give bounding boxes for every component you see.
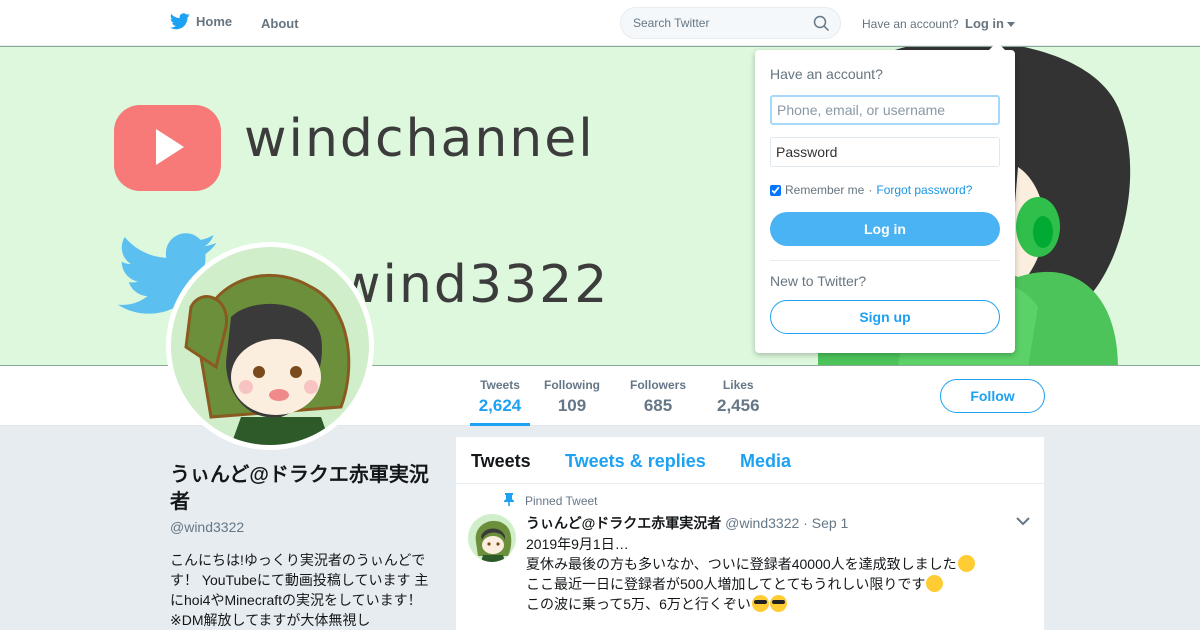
login-button[interactable]: Log in	[770, 212, 1000, 246]
tweet-date[interactable]: Sep 1	[812, 515, 849, 531]
remember-me-label[interactable]: Remember me	[785, 183, 864, 197]
avatar-character-illustration	[184, 273, 351, 445]
profile-avatar[interactable]	[166, 242, 374, 450]
login-dropdown-toggle[interactable]: Log in	[965, 16, 1015, 31]
login-dropdown-heading: Have an account?	[770, 66, 883, 82]
stat-tweets-label: Tweets	[480, 378, 520, 392]
tweet-text: 2019年9月1日… 夏休み最後の方も多いなか、ついに登録者40000人を達成致…	[526, 534, 1026, 614]
tweet-line-text: ここ最近一日に登録者が500人増加してとてもうれしい限りです	[526, 576, 926, 592]
banner-handle-text: wind3322	[338, 255, 610, 315]
tweet-line: 2019年9月1日…	[526, 534, 1026, 554]
nav-home-label: Home	[196, 14, 233, 29]
search-input[interactable]	[633, 16, 803, 30]
stat-likes-value: 2,456	[717, 396, 760, 415]
tweet-line-text: 夏休み最後の方も多いなか、ついに登録者40000人を達成致しました	[526, 556, 957, 572]
tweet-line: 夏休み最後の方も多いなか、ついに登録者40000人を達成致しました	[526, 554, 1026, 574]
youtube-logo-icon	[114, 105, 221, 191]
divider	[770, 260, 1000, 261]
pinned-tweet-label: Pinned Tweet	[525, 494, 598, 508]
timeline: Tweets Tweets & replies Media Pinned Twe…	[456, 437, 1044, 630]
pin-icon	[504, 493, 514, 506]
tab-media[interactable]: Media	[740, 451, 791, 472]
password-field[interactable]	[770, 137, 1000, 167]
top-nav: Home About Have an account? Log in	[0, 0, 1200, 46]
tweet-line-text: 2019年9月1日…	[526, 536, 629, 552]
stat-following[interactable]: Following 109	[544, 378, 600, 416]
stat-followers-label: Followers	[630, 378, 687, 392]
remember-me-checkbox[interactable]	[770, 184, 781, 196]
username-field[interactable]	[770, 95, 1000, 125]
remember-me-row: Remember me · Forgot password?	[770, 183, 972, 197]
caret-down-icon	[1007, 21, 1015, 27]
sunglasses-face-icon	[769, 595, 787, 612]
remember-separator: ·	[868, 183, 873, 197]
grinning-face-icon	[957, 555, 975, 572]
profile-bio: こんにちは!ゆっくり実況者のうぃんどです！ YouTubeにて動画投稿しています…	[170, 552, 436, 628]
signup-button[interactable]: Sign up	[770, 300, 1000, 334]
stat-following-label: Following	[544, 378, 600, 392]
new-to-twitter-text: New to Twitter?	[770, 273, 867, 289]
play-icon	[156, 129, 184, 165]
stat-followers[interactable]: Followers 685	[630, 378, 686, 416]
stat-likes[interactable]: Likes 2,456	[717, 378, 760, 416]
stat-likes-label: Likes	[722, 378, 754, 392]
stat-tweets[interactable]: Tweets 2,624	[470, 378, 530, 426]
follow-button[interactable]: Follow	[940, 379, 1045, 413]
tweet-line: ここ最近一日に登録者が500人増加してとてもうれしい限りです	[526, 574, 1026, 594]
have-account-text: Have an account?	[862, 17, 959, 31]
twitter-bird-icon	[170, 13, 190, 30]
banner-channel-text: windchannel	[244, 109, 595, 169]
sunglasses-face-icon	[751, 595, 769, 612]
tears-of-joy-face-icon	[926, 575, 944, 592]
chevron-down-icon[interactable]	[1016, 517, 1030, 526]
stat-following-value: 109	[557, 396, 587, 415]
tweet-line: この波に乗って5万、6万と行くぞい	[526, 594, 1026, 614]
tweet-line-text: この波に乗って5万、6万と行くぞい	[526, 596, 751, 612]
pinned-tweet[interactable]: Pinned Tweet うぃんど@ドラクエ赤軍実況者 @wind3322 · …	[456, 484, 1044, 630]
tweet-author-handle[interactable]: @wind3322	[725, 515, 799, 531]
search-icon[interactable]	[813, 15, 830, 32]
timeline-tabs: Tweets Tweets & replies Media	[456, 437, 1044, 484]
tweet-author-name[interactable]: うぃんど@ドラクエ赤軍実況者	[526, 515, 721, 531]
login-dropdown: Have an account? Remember me · Forgot pa…	[755, 42, 1015, 353]
stat-tweets-value: 2,624	[478, 396, 522, 415]
tweet-avatar[interactable]	[468, 514, 516, 562]
nav-about-link[interactable]: About	[261, 16, 299, 31]
tab-tweets-replies[interactable]: Tweets & replies	[565, 451, 706, 472]
tweet-header: うぃんど@ドラクエ赤軍実況者 @wind3322 · Sep 1	[526, 513, 848, 533]
profile-handle[interactable]: @wind3322	[170, 519, 244, 535]
forgot-password-link[interactable]: Forgot password?	[876, 183, 972, 197]
search-box	[620, 7, 841, 39]
tweet-avatar-illustration	[475, 520, 512, 562]
profile-name: うぃんど@ドラクエ赤軍実況者	[170, 464, 429, 513]
avatar-image	[171, 247, 369, 445]
login-toggle-label: Log in	[965, 16, 1004, 31]
tab-tweets[interactable]: Tweets	[471, 451, 531, 472]
nav-home-link[interactable]: Home	[170, 13, 232, 30]
stat-followers-value: 685	[643, 396, 673, 415]
tweet-header-separator: ·	[803, 515, 808, 531]
